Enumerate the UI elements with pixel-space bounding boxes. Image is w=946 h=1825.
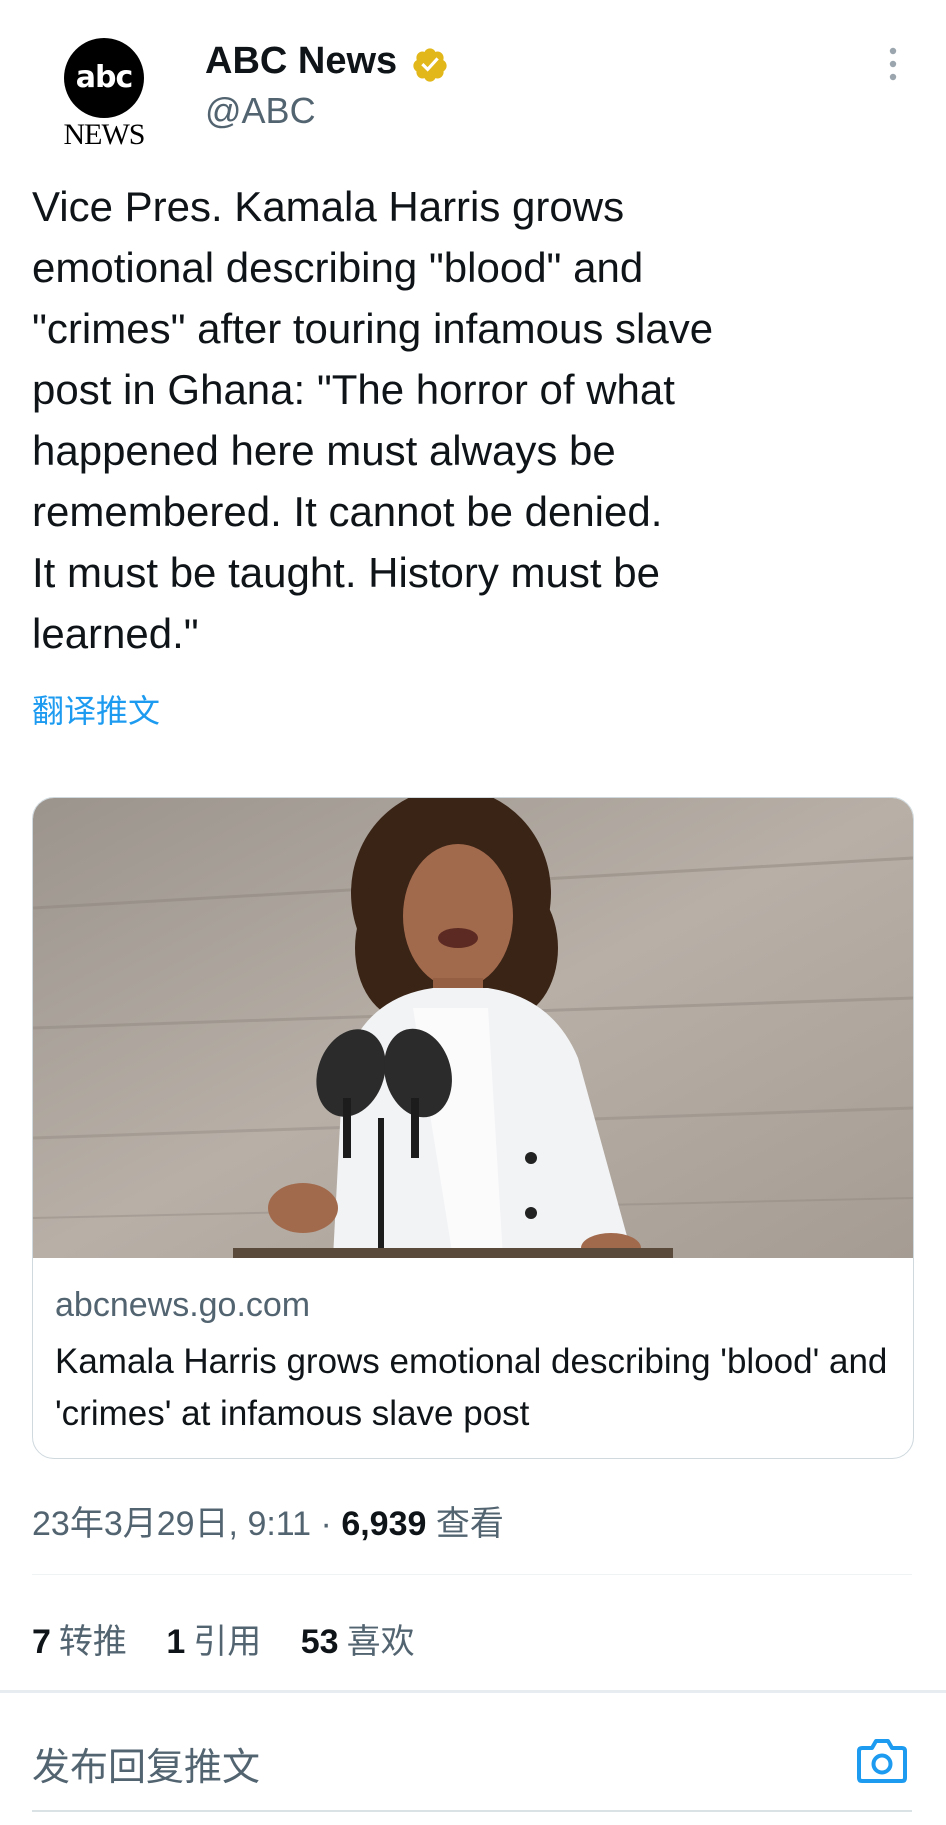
avatar[interactable]: abc NEWS <box>52 38 158 156</box>
quotes-stat[interactable]: 1 引用 <box>166 1623 261 1661</box>
avatar-logo-subtext: NEWS <box>63 118 146 151</box>
quotes-label: 引用 <box>193 1623 262 1661</box>
tweet-timestamp[interactable]: 23年3月29日, 9:11 · <box>32 1505 341 1543</box>
translate-tweet-link[interactable]: 翻译推文 <box>32 686 160 732</box>
tweet-text: Vice Pres. Kamala Harris grows emotional… <box>32 183 714 657</box>
card-domain: abcnews.go.com <box>55 1286 311 1324</box>
engagement-stats: 7 转推 1 引用 53 喜欢 <box>32 1614 445 1663</box>
retweets-stat[interactable]: 7 转推 <box>32 1623 127 1661</box>
link-preview-card[interactable]: abcnews.go.com Kamala Harris grows emoti… <box>32 797 914 1459</box>
views-count: 6,939 <box>341 1505 427 1543</box>
divider <box>32 1810 912 1812</box>
views-label: 查看 <box>426 1505 504 1543</box>
more-vertical-icon[interactable] <box>878 44 908 84</box>
reply-input[interactable]: 发布回复推文 <box>32 1736 260 1791</box>
likes-stat[interactable]: 53 喜欢 <box>301 1623 415 1661</box>
divider <box>0 1690 946 1693</box>
tweet-header: abc NEWS ABC News @ABC <box>0 0 946 160</box>
likes-label: 喜欢 <box>346 1623 415 1661</box>
divider <box>32 1574 912 1575</box>
quotes-count: 1 <box>166 1623 186 1661</box>
avatar-logo: abc <box>64 38 144 118</box>
display-name[interactable]: ABC News <box>205 40 397 83</box>
camera-icon[interactable] <box>856 1736 908 1784</box>
news-photo-image <box>33 798 913 1258</box>
retweets-label: 转推 <box>58 1623 127 1661</box>
card-title: Kamala Harris grows emotional describing… <box>55 1342 888 1433</box>
retweets-count: 7 <box>32 1623 51 1661</box>
likes-count: 53 <box>300 1623 339 1661</box>
user-handle[interactable]: @ABC <box>205 90 316 132</box>
verified-badge-icon[interactable] <box>411 46 449 84</box>
tweet-meta: 23年3月29日, 9:11 · 6,939 查看 <box>32 1496 504 1545</box>
